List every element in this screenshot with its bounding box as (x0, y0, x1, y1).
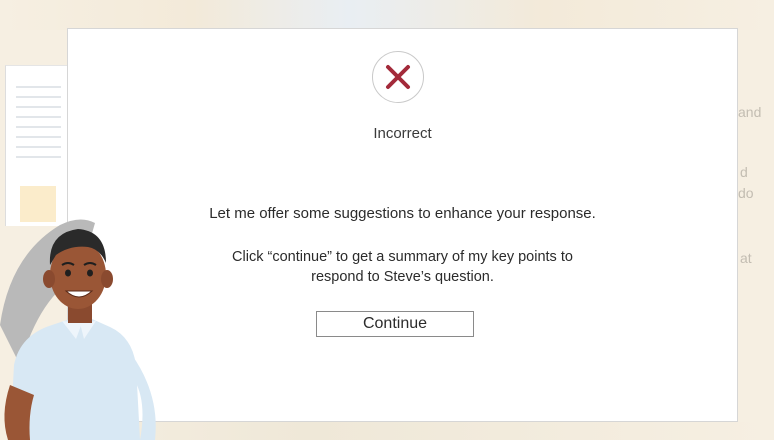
continue-button[interactable]: Continue (316, 311, 474, 337)
background-text-fragment: at (740, 250, 752, 266)
incorrect-x-icon (372, 51, 424, 103)
instruction-line: Click “continue” to get a summary of my … (232, 249, 573, 265)
background-text-fragment: do (738, 185, 754, 201)
feedback-headline: Let me offer some suggestions to enhance… (209, 205, 596, 222)
instruction-line: respond to Steve’s question. (311, 269, 494, 285)
background-document-panel (5, 65, 68, 226)
feedback-instruction: Click “continue” to get a summary of my … (68, 247, 737, 287)
background-text-fragment: and (738, 104, 762, 120)
character-illustration (0, 219, 156, 440)
background-text-fragment: d (740, 164, 748, 180)
feedback-dialog: Incorrect Let me offer some suggestions … (67, 28, 738, 422)
result-status: Incorrect (373, 125, 432, 142)
background-top-strip (0, 0, 774, 30)
